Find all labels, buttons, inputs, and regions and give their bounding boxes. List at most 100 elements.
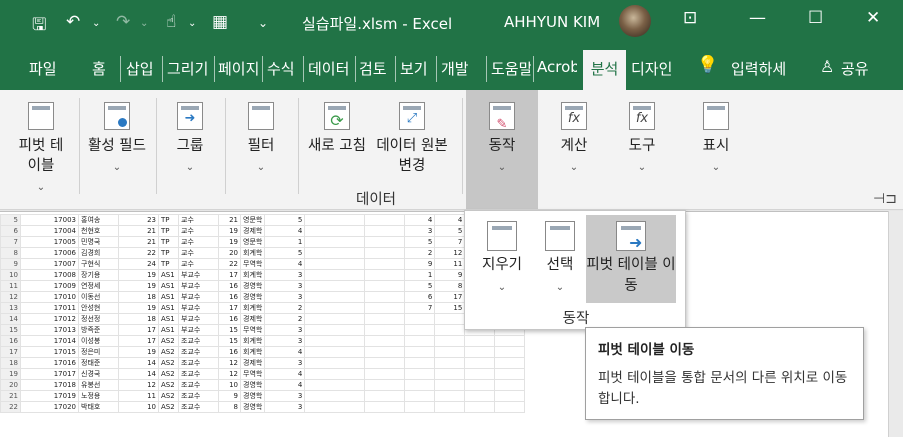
table-row[interactable]: 1017008장기용19AS1부교수17회계학3192 [0,269,526,281]
cell-empty[interactable] [304,291,366,303]
tab-review[interactable]: 검토 [359,58,391,79]
cell-value-3[interactable]: 17 [434,291,466,303]
row-header[interactable]: 21 [0,390,21,402]
cell-code[interactable]: AS1 [158,291,179,303]
cell-empty[interactable] [364,324,406,336]
table-row[interactable]: 16 17014 이성봉 17 AS2 조교수 15 회계학 3 [0,335,526,347]
active-field-button[interactable]: 활성 필드 ⌄ [84,90,150,209]
cell-value-3[interactable] [434,357,466,369]
cell-value-3[interactable]: 11 [434,258,466,270]
cell-name[interactable]: 유봉선 [78,379,119,391]
row-header[interactable]: 9 [0,258,21,270]
cell-value-3[interactable]: 4 [434,214,466,226]
cell-empty[interactable] [364,225,406,237]
cell-position[interactable]: 부교수 [178,302,219,314]
cell-id[interactable]: 17006 [20,247,79,259]
cell-value-3[interactable]: 5 [434,225,466,237]
cell-empty[interactable] [364,335,406,347]
cell-position[interactable]: 부교수 [178,269,219,281]
tab-view[interactable]: 보기 [400,58,432,79]
redo-icon[interactable]: ↷ [116,12,130,32]
pin-ribbon-icon[interactable]: ⊣⊐ [873,191,897,207]
cell-name[interactable]: 이성봉 [78,335,119,347]
cell-count[interactable]: 22 [218,258,241,270]
share-icon[interactable]: ♙ [820,57,834,76]
cell-value-1[interactable]: 4 [264,258,306,270]
cell-id[interactable]: 17003 [20,214,79,226]
cell-count[interactable]: 8 [218,401,241,413]
tell-me-input[interactable]: 입력하세 [731,58,797,79]
cell-empty[interactable] [364,302,406,314]
cell-empty[interactable] [494,401,526,413]
cell-age[interactable]: 23 [118,214,159,226]
cell-age[interactable]: 18 [118,313,159,325]
cell-code[interactable]: AS2 [158,401,179,413]
show-button[interactable]: 표시 ⌄ [684,90,748,209]
cell-position[interactable]: 교수 [178,247,219,259]
cell-empty[interactable] [494,379,526,391]
customize-quick-access-icon[interactable]: ⌄ [258,16,268,30]
cell-id[interactable]: 17007 [20,258,79,270]
cell-value-3[interactable]: 7 [434,236,466,248]
row-header[interactable]: 17 [0,346,21,358]
table-row[interactable]: 1217010이동선18AS1부교수16경영학36176 [0,291,526,303]
cell-id[interactable]: 17018 [20,379,79,391]
cell-position[interactable]: 부교수 [178,324,219,336]
cell-position[interactable]: 교수 [178,258,219,270]
cell-age[interactable]: 24 [118,258,159,270]
redo-dropdown-icon[interactable]: ⌄ [140,18,148,29]
cell-age[interactable]: 17 [118,335,159,347]
cell-position[interactable]: 부교수 [178,291,219,303]
row-header[interactable]: 19 [0,368,21,380]
maximize-icon[interactable]: ☐ [808,8,823,28]
cell-count[interactable]: 9 [218,390,241,402]
cell-empty[interactable] [494,335,526,347]
cell-empty[interactable] [364,247,406,259]
row-header[interactable]: 5 [0,214,21,226]
cell-value-1[interactable]: 3 [264,269,306,281]
cell-id[interactable]: 17011 [20,302,79,314]
vertical-scrollbar[interactable] [888,211,903,437]
cell-value-3[interactable]: 9 [434,269,466,281]
cell-id[interactable]: 17012 [20,313,79,325]
cell-department[interactable]: 회계학 [239,269,266,281]
cell-name[interactable]: 이동선 [78,291,119,303]
tab-page-layout[interactable]: 페이지 [218,58,260,79]
cell-department[interactable]: 영문학 [239,214,266,226]
cell-value-1[interactable]: 4 [264,368,306,380]
row-header[interactable]: 13 [0,302,21,314]
cell-name[interactable]: 정은미 [78,346,119,358]
cell-empty[interactable] [304,368,366,380]
cell-value-1[interactable]: 3 [264,401,306,413]
clear-button[interactable]: 지우기 ⌄ [471,215,533,301]
cell-value-4[interactable] [464,357,496,369]
cell-value-1[interactable]: 4 [264,346,306,358]
cell-empty[interactable] [304,269,366,281]
table-row[interactable]: 20 17018 유봉선 12 AS2 조교수 10 경영학 4 [0,379,526,391]
cell-department[interactable]: 경영학 [239,280,266,292]
cell-code[interactable]: TP [158,247,179,259]
table-row[interactable]: 617004천현호21TP교수19경제학4355 [0,225,526,237]
table-row[interactable]: 18 17016 정태준 14 AS2 조교수 12 경제학 3 [0,357,526,369]
cell-age[interactable]: 11 [118,390,159,402]
cell-count[interactable]: 12 [218,368,241,380]
cell-position[interactable]: 조교수 [178,346,219,358]
cell-id[interactable]: 17010 [20,291,79,303]
table-row[interactable]: 14 17012 정선정 18 AS1 부교수 16 경제학 2 [0,313,526,325]
cell-value-2[interactable] [404,390,436,402]
cell-code[interactable]: AS2 [158,379,179,391]
cell-empty[interactable] [304,390,366,402]
cell-empty[interactable] [304,302,366,314]
cell-count[interactable]: 16 [218,291,241,303]
row-header[interactable]: 14 [0,313,21,325]
cell-value-2[interactable]: 5 [404,280,436,292]
cell-value-4[interactable] [464,368,496,380]
cell-code[interactable]: AS2 [158,390,179,402]
cell-value-1[interactable]: 3 [264,390,306,402]
cell-value-3[interactable]: 8 [434,280,466,292]
filter-button[interactable]: 필터 ⌄ [232,90,290,209]
cell-empty[interactable] [364,280,406,292]
group-button[interactable]: ➜ 그룹 ⌄ [162,90,218,209]
cell-position[interactable]: 조교수 [178,379,219,391]
cell-name[interactable]: 정태준 [78,357,119,369]
